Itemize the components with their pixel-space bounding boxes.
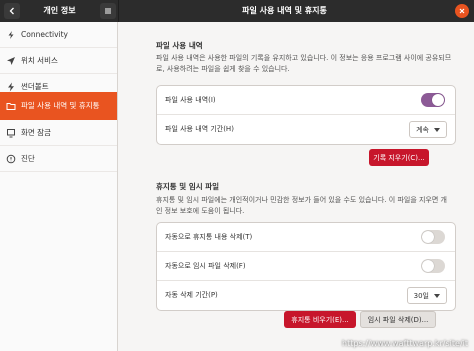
auto-temp-row: 자동으로 임시 파일 삭제(F) [157,252,455,281]
menu-button[interactable] [100,3,116,19]
close-icon [459,8,465,14]
sidebar-item-label: 썬더볼트 [21,82,49,91]
sidebar-item-diagnostics[interactable]: 진단 [0,146,117,172]
auto-temp-toggle[interactable] [421,259,445,273]
thunderbolt-icon [1,82,21,92]
trash-heading: 휴지통 및 임시 파일 [156,182,220,191]
sidebar-item-label: 화면 잠금 [21,128,51,137]
connectivity-icon [1,30,21,40]
back-button[interactable] [4,3,20,19]
dropdown-value: 30일 [413,291,429,300]
watermark-text: https://www.wafttwarp.kr/site/it [342,339,468,348]
delete-period-row: 자동 삭제 기간(P) 30일 [157,281,455,310]
dropdown-value: 계속 [416,125,429,134]
delete-temp-files-button[interactable]: 임시 파일 삭제(D)... [360,311,436,328]
delete-period-dropdown[interactable]: 30일 [406,287,447,304]
delete-period-label: 자동 삭제 기간(P) [165,291,218,299]
chevron-down-icon [434,127,440,132]
auto-trash-toggle[interactable] [421,230,445,244]
file-history-label: 파일 사용 내역(I) [165,96,216,104]
history-duration-row: 파일 사용 내역 기간(H) 계속 [157,115,455,144]
sidebar-item-file-history[interactable]: 파일 사용 내역 및 휴지통 [0,92,117,120]
sidebar: Connectivity 위치 서비스 썬더볼트 파일 사용 내역 및 휴지통 … [0,22,118,351]
file-history-panel: 파일 사용 내역(I) 파일 사용 내역 기간(H) 계속 [156,85,456,145]
file-history-heading: 파일 사용 내역 [156,41,203,50]
chevron-down-icon [434,293,440,298]
auto-trash-row: 자동으로 휴지통 내용 삭제(T) [157,223,455,252]
file-history-icon [1,101,21,111]
close-button[interactable] [455,4,469,18]
main-content: 파일 사용 내역 파일 사용 내역은 사용한 파일의 기록을 유지하고 있습니다… [119,22,474,351]
clear-history-button[interactable]: 기록 지우기(C)... [369,149,429,166]
chevron-left-icon [9,7,14,15]
auto-trash-label: 자동으로 휴지통 내용 삭제(T) [165,233,253,241]
toggle-knob [422,231,434,243]
description-line: 인 정보 보호에 도움이 됩니다. [156,207,245,215]
history-duration-dropdown[interactable]: 계속 [409,121,447,138]
sidebar-item-location[interactable]: 위치 서비스 [0,48,117,74]
sidebar-item-screen-lock[interactable]: 화면 잠금 [0,120,117,146]
history-duration-label: 파일 사용 내역 기간(H) [165,125,234,133]
sidebar-item-label: 파일 사용 내역 및 휴지통 [21,101,100,110]
description-line: 파일 사용 내역은 사용한 파일의 기록을 유지하고 있습니다. 이 정보는 응… [156,54,452,62]
title-bar: 개인 정보 파일 사용 내역 및 휴지통 [0,0,474,22]
sidebar-item-connectivity[interactable]: Connectivity [0,22,117,48]
description-line: 로, 사용하려는 파일을 쉽게 찾을 수 있습니다. [156,65,290,73]
toggle-knob [422,260,434,272]
diagnostics-icon [1,154,21,164]
location-icon [1,56,21,66]
file-history-description: 파일 사용 내역은 사용한 파일의 기록을 유지하고 있습니다. 이 정보는 응… [156,53,456,75]
file-history-row: 파일 사용 내역(I) [157,86,455,115]
description-line: 휴지통 및 임시 파일에는 개인적이거나 민감한 정보가 들어 있을 수도 있습… [156,196,447,204]
auto-temp-label: 자동으로 임시 파일 삭제(F) [165,262,246,270]
sidebar-item-label: Connectivity [21,30,68,39]
toggle-knob [432,94,444,106]
hamburger-icon [105,8,111,14]
sidebar-title: 개인 정보 [43,6,76,15]
trash-description: 휴지통 및 임시 파일에는 개인적이거나 민감한 정보가 들어 있을 수도 있습… [156,195,456,217]
screen-lock-icon [1,128,21,138]
empty-trash-button[interactable]: 휴지통 비우기(E)... [284,311,356,328]
sidebar-item-label: 위치 서비스 [21,56,58,65]
window-title: 파일 사용 내역 및 휴지통 [242,6,327,15]
sidebar-item-label: 진단 [21,154,35,163]
trash-panel: 자동으로 휴지통 내용 삭제(T) 자동으로 임시 파일 삭제(F) 자동 삭제… [156,222,456,311]
file-history-toggle[interactable] [421,93,445,107]
